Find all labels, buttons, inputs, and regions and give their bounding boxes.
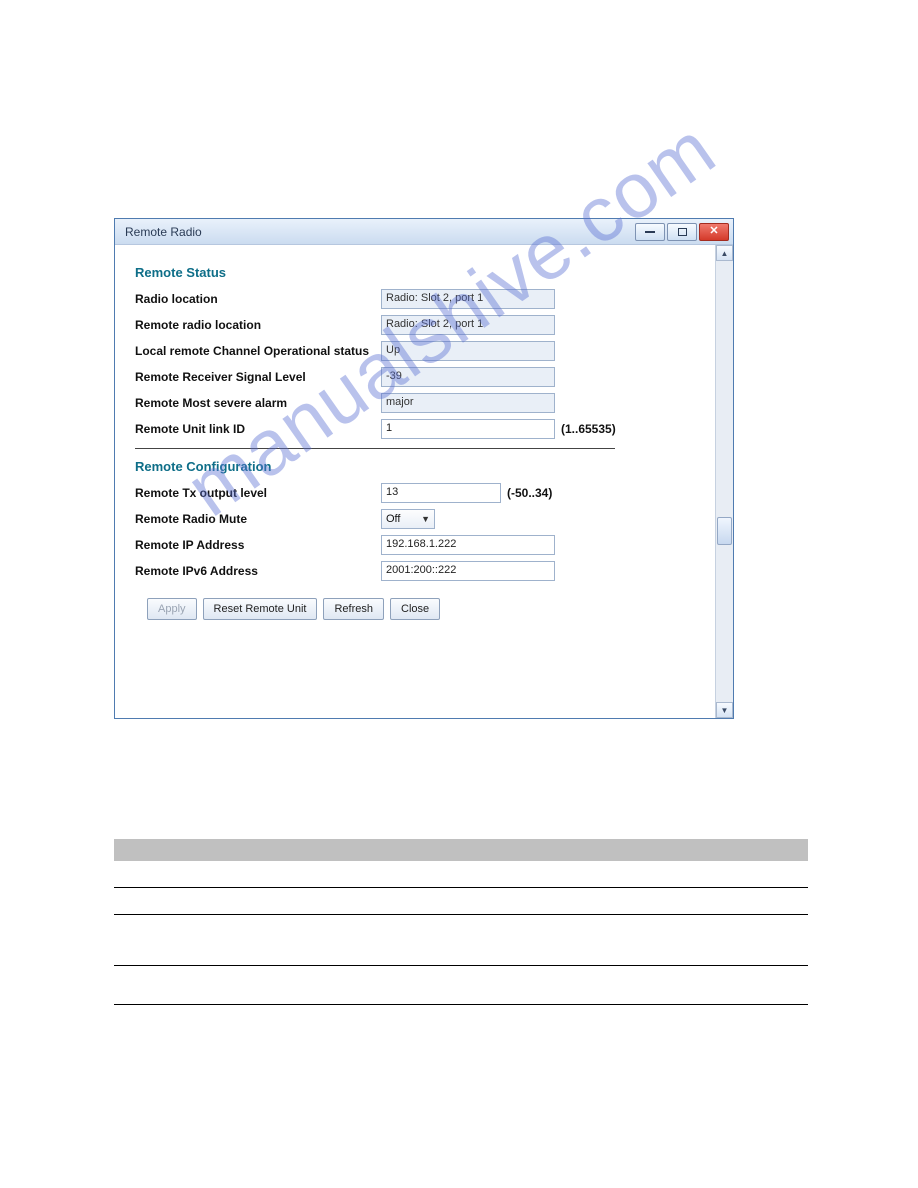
input-ipv6-address[interactable]: 2001:200::222 — [381, 561, 555, 581]
input-tx-output-level[interactable]: 13 — [381, 483, 501, 503]
row-most-severe-alarm: Remote Most severe alarm major — [135, 392, 705, 414]
scroll-down-button[interactable]: ▼ — [716, 702, 733, 718]
reset-remote-unit-button[interactable]: Reset Remote Unit — [203, 598, 318, 620]
hint-unit-link-id: (1..65535) — [561, 422, 616, 436]
label-unit-link-id: Remote Unit link ID — [135, 422, 381, 436]
minimize-icon — [645, 231, 655, 233]
close-button[interactable]: Close — [390, 598, 440, 620]
remote-config-title: Remote Configuration — [135, 459, 705, 474]
remote-radio-window: Remote Radio ✕ Remote Status Radio locat… — [114, 218, 734, 719]
lower-section — [114, 839, 808, 1005]
section-divider — [135, 448, 615, 449]
select-radio-mute[interactable]: Off ▼ — [381, 509, 435, 529]
value-channel-op-status: Up — [381, 341, 555, 361]
window-title: Remote Radio — [125, 225, 202, 239]
chevron-down-icon: ▼ — [421, 514, 430, 524]
row-ip-address: Remote IP Address 192.168.1.222 — [135, 534, 705, 556]
row-radio-location: Radio location Radio: Slot 2, port 1 — [135, 288, 705, 310]
close-icon: ✕ — [709, 226, 718, 237]
scroll-track[interactable] — [716, 261, 733, 702]
row-remote-radio-location: Remote radio location Radio: Slot 2, por… — [135, 314, 705, 336]
scroll-up-button[interactable]: ▲ — [716, 245, 733, 261]
row-channel-op-status: Local remote Channel Operational status … — [135, 340, 705, 362]
gray-band — [114, 839, 808, 861]
value-receiver-signal: -39 — [381, 367, 555, 387]
scroll-thumb[interactable] — [717, 517, 732, 545]
input-unit-link-id[interactable]: 1 — [381, 419, 555, 439]
gap — [114, 888, 808, 914]
row-ipv6-address: Remote IPv6 Address 2001:200::222 — [135, 560, 705, 582]
bottom-pad — [135, 620, 705, 690]
remote-status-title: Remote Status — [135, 265, 705, 280]
maximize-icon — [678, 228, 687, 236]
label-radio-mute: Remote Radio Mute — [135, 512, 381, 526]
label-ipv6-address: Remote IPv6 Address — [135, 564, 381, 578]
label-channel-op-status: Local remote Channel Operational status — [135, 344, 381, 358]
button-row: Apply Reset Remote Unit Refresh Close — [135, 598, 705, 620]
maximize-button[interactable] — [667, 223, 697, 241]
hint-tx-output-level: (-50..34) — [507, 486, 552, 500]
titlebar[interactable]: Remote Radio ✕ — [115, 219, 733, 245]
row-receiver-signal: Remote Receiver Signal Level -39 — [135, 366, 705, 388]
label-remote-radio-location: Remote radio location — [135, 318, 381, 332]
label-receiver-signal: Remote Receiver Signal Level — [135, 370, 381, 384]
value-radio-location: Radio: Slot 2, port 1 — [381, 289, 555, 309]
label-most-severe-alarm: Remote Most severe alarm — [135, 396, 381, 410]
minimize-button[interactable] — [635, 223, 665, 241]
label-ip-address: Remote IP Address — [135, 538, 381, 552]
value-remote-radio-location: Radio: Slot 2, port 1 — [381, 315, 555, 335]
form-area: Remote Status Radio location Radio: Slot… — [115, 245, 715, 718]
label-radio-location: Radio location — [135, 292, 381, 306]
row-tx-output-level: Remote Tx output level 13 (-50..34) — [135, 482, 705, 504]
apply-button[interactable]: Apply — [147, 598, 197, 620]
gap — [114, 966, 808, 1004]
row-radio-mute: Remote Radio Mute Off ▼ — [135, 508, 705, 530]
window-content: Remote Status Radio location Radio: Slot… — [115, 245, 733, 718]
page: Remote Radio ✕ Remote Status Radio locat… — [0, 0, 918, 1188]
close-window-button[interactable]: ✕ — [699, 223, 729, 241]
row-unit-link-id: Remote Unit link ID 1 (1..65535) — [135, 418, 705, 440]
value-most-severe-alarm: major — [381, 393, 555, 413]
label-tx-output-level: Remote Tx output level — [135, 486, 381, 500]
gap — [114, 915, 808, 965]
vertical-scrollbar[interactable]: ▲ ▼ — [715, 245, 733, 718]
refresh-button[interactable]: Refresh — [323, 598, 384, 620]
select-radio-mute-value: Off — [386, 513, 400, 525]
line-4 — [114, 1004, 808, 1005]
input-ip-address[interactable]: 192.168.1.222 — [381, 535, 555, 555]
gap — [114, 861, 808, 887]
